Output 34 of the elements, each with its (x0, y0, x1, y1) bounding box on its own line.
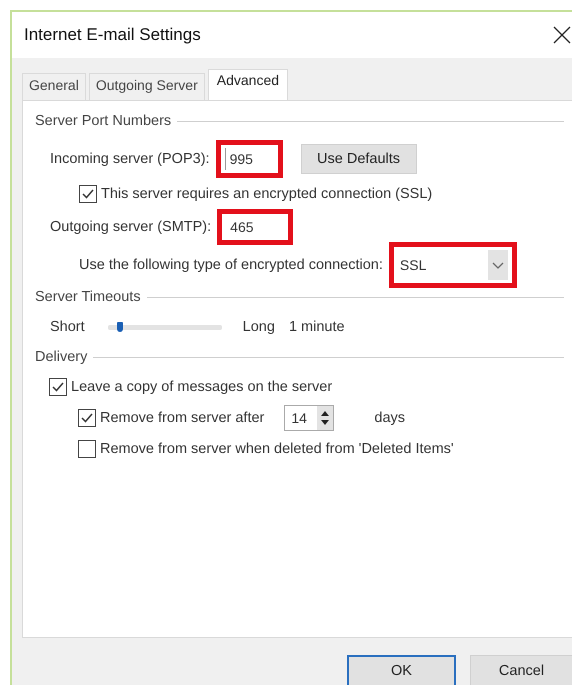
check-icon (80, 410, 94, 424)
slider-label: Long (242, 319, 275, 335)
group-heading: Delivery (35, 349, 88, 365)
tab[interactable]: General (22, 73, 86, 100)
checkbox[interactable] (78, 440, 96, 458)
group-heading: Server Port Numbers (35, 113, 172, 129)
encryption-dropdown[interactable]: SSL (398, 250, 508, 280)
caret-icon (488, 250, 508, 280)
slider-label: Short (50, 319, 85, 335)
field-label: Use the following type of encrypted connection: (79, 257, 383, 273)
close-icon[interactable] (552, 25, 572, 45)
tab[interactable]: Outgoing Server (88, 73, 205, 100)
unit-label: days (374, 410, 406, 426)
slider-thumb[interactable] (116, 322, 123, 332)
spin-arrows-icon[interactable] (317, 406, 334, 430)
use-defaults-button[interactable]: Use Defaults (300, 144, 417, 174)
group-heading: Server Timeouts (35, 289, 141, 305)
checkbox[interactable] (78, 408, 96, 426)
checkbox[interactable] (79, 185, 97, 203)
tab[interactable]: Advanced (208, 69, 288, 100)
checkbox-label: Remove from server when deleted from 'Deleted Items' (100, 440, 454, 456)
timeout-reading: 1 minute (288, 319, 345, 335)
checkbox-label: This server requires an encrypted connection (SSL) (101, 186, 432, 202)
check-icon (81, 187, 95, 201)
checkbox-label: Leave a copy of messages on the server (71, 378, 332, 394)
checkbox[interactable] (49, 378, 67, 396)
field-label: Outgoing server (SMTP): (50, 219, 212, 235)
checkbox-label: Remove from server after (100, 410, 264, 426)
field-label: Incoming server (POP3): (50, 151, 210, 167)
days-spinner[interactable]: 14 (284, 404, 334, 430)
dialog-button[interactable]: Cancel (470, 655, 572, 685)
window-title: Internet E-mail Settings (24, 25, 201, 45)
dialog-button[interactable]: OK (347, 655, 456, 685)
check-icon (51, 380, 65, 394)
